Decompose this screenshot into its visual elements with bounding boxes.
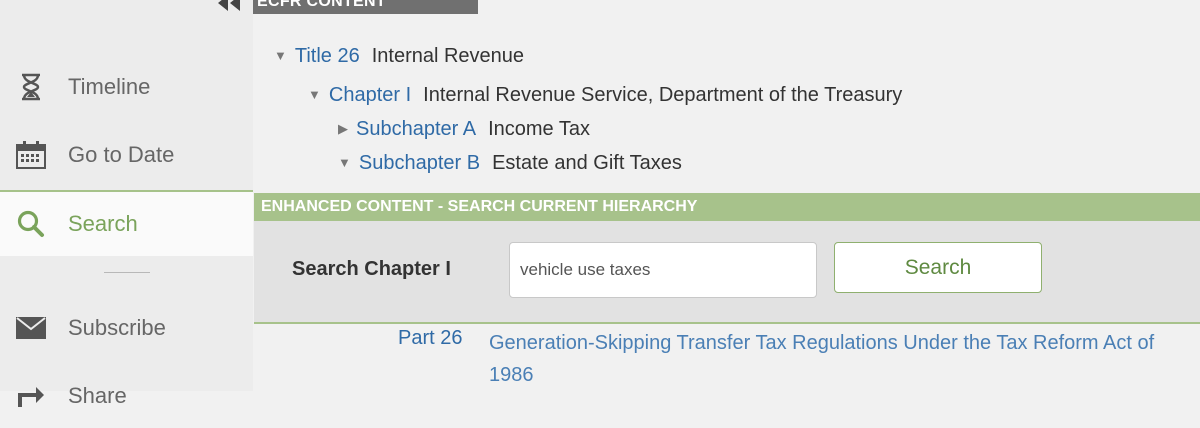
subchapter-name: Estate and Gift Taxes	[492, 152, 682, 174]
expanded-triangle-icon[interactable]: ▼	[274, 48, 287, 63]
title-name: Internal Revenue	[371, 45, 525, 67]
collapsed-triangle-icon[interactable]: ▶	[338, 121, 348, 137]
sidebar-item-timeline[interactable]: Timeline	[0, 55, 253, 119]
calendar-icon	[16, 140, 46, 170]
hierarchy-subchapter-row: ▶ Subchapter A Income Tax	[338, 118, 590, 141]
sidebar-divider	[104, 272, 150, 273]
sidebar-item-label: Timeline	[68, 74, 151, 99]
subchapter-link[interactable]: Subchapter B	[359, 152, 480, 175]
search-input[interactable]	[509, 242, 817, 298]
hierarchy-chapter-row: ▼ Chapter I Internal Revenue Service, De…	[308, 84, 902, 107]
subchapter-link[interactable]: Subchapter A	[356, 118, 476, 141]
sidebar-item-share[interactable]: Share	[0, 364, 253, 428]
ecfr-content-tab-label: ECFR CONTENT	[257, 0, 386, 10]
part-title-link[interactable]: Generation-Skipping Transfer Tax Regulat…	[489, 327, 1195, 391]
search-icon	[16, 209, 46, 239]
hierarchy-title-row: ▼ Title 26 Internal Revenue	[274, 45, 524, 68]
part-link[interactable]: Part 26	[398, 327, 462, 350]
hourglass-icon	[16, 72, 46, 102]
enhanced-content-header-label: ENHANCED CONTENT - SEARCH CURRENT HIERAR…	[261, 198, 698, 215]
envelope-icon	[16, 313, 46, 343]
subchapter-name: Income Tax	[488, 118, 590, 140]
sidebar: Timeline Go to Date Search Subscribe Sha…	[0, 0, 253, 408]
double-left-arrow-icon	[218, 0, 240, 11]
sidebar-item-label: Go to Date	[68, 142, 175, 167]
share-icon	[16, 381, 46, 411]
expanded-triangle-icon[interactable]: ▼	[338, 155, 351, 170]
sidebar-item-label: Subscribe	[68, 315, 166, 340]
sidebar-item-label: Search	[68, 211, 138, 236]
panel-divider	[254, 322, 1200, 324]
search-chapter-label: Search Chapter I	[292, 258, 451, 280]
sidebar-item-subscribe[interactable]: Subscribe	[0, 296, 253, 360]
sidebar-item-go-to-date[interactable]: Go to Date	[0, 123, 253, 187]
collapse-sidebar-button[interactable]	[214, 0, 244, 13]
sidebar-item-label: Share	[68, 383, 127, 408]
ecfr-content-tab[interactable]: ECFR CONTENT	[253, 0, 478, 14]
title-link[interactable]: Title 26	[295, 45, 360, 68]
expanded-triangle-icon[interactable]: ▼	[308, 87, 321, 102]
enhanced-content-header: ENHANCED CONTENT - SEARCH CURRENT HIERAR…	[254, 193, 1200, 221]
sidebar-item-search[interactable]: Search	[0, 190, 253, 256]
hierarchy-subchapter-row: ▼ Subchapter B Estate and Gift Taxes	[338, 152, 682, 175]
chapter-name: Internal Revenue Service, Department of …	[423, 84, 903, 106]
chapter-link[interactable]: Chapter I	[329, 84, 411, 107]
search-button[interactable]: Search	[834, 242, 1042, 293]
